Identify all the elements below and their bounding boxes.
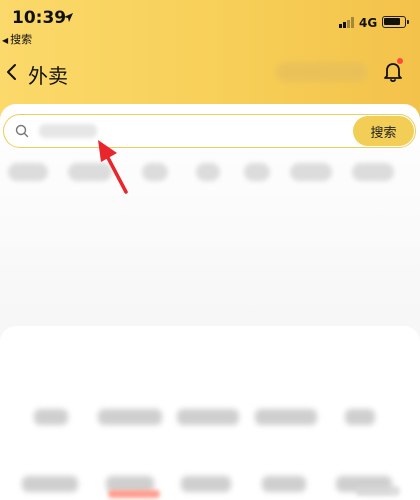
status-time: 10:39	[12, 8, 67, 28]
category-item[interactable]	[34, 409, 68, 425]
back-triangle-icon: ◀	[2, 36, 9, 45]
annotation-arrow-icon	[98, 140, 128, 194]
hot-search-tags	[0, 163, 420, 183]
category-item[interactable]	[22, 476, 78, 492]
signal-icon	[339, 17, 354, 28]
battery-icon	[382, 16, 409, 28]
back-to-app-link[interactable]: ◀ 搜索	[2, 31, 32, 47]
hot-tag[interactable]	[244, 163, 270, 181]
promo-highlight	[108, 490, 160, 498]
location-selector[interactable]	[276, 62, 368, 82]
category-item[interactable]	[177, 409, 239, 425]
category-item[interactable]	[98, 409, 162, 425]
watermark	[356, 486, 400, 496]
notification-dot	[397, 58, 403, 64]
page-title: 外卖	[28, 64, 68, 88]
hot-tag[interactable]	[196, 163, 220, 181]
chevron-left-icon	[7, 64, 16, 80]
back-button[interactable]	[0, 58, 22, 86]
location-arrow-icon	[64, 13, 73, 22]
hot-tag[interactable]	[290, 163, 332, 181]
category-item[interactable]	[181, 476, 231, 492]
status-bar: 10:39 4G	[0, 0, 420, 34]
back-app-label: 搜索	[10, 33, 33, 46]
search-bar: 搜索	[3, 114, 416, 148]
hot-tag[interactable]	[8, 163, 48, 181]
category-item[interactable]	[255, 409, 317, 425]
search-button[interactable]: 搜索	[353, 116, 414, 146]
search-icon	[15, 124, 29, 138]
category-item[interactable]	[345, 409, 375, 425]
category-item[interactable]	[262, 476, 306, 492]
hot-tag[interactable]	[142, 163, 168, 181]
search-input[interactable]	[36, 121, 346, 141]
battery-level	[384, 18, 401, 25]
hot-tag[interactable]	[352, 163, 394, 181]
network-type: 4G	[359, 16, 378, 30]
bell-icon[interactable]	[383, 61, 403, 83]
